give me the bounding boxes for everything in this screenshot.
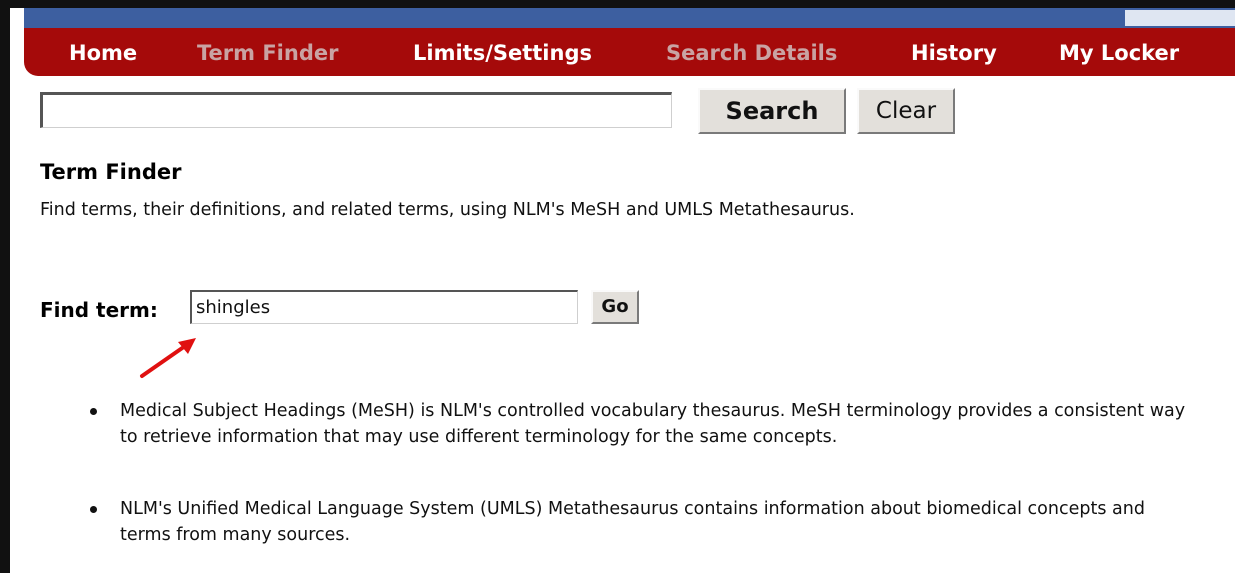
top-border (0, 0, 1235, 8)
search-button[interactable]: Search (698, 88, 846, 134)
nav-item-term-finder[interactable]: Term Finder (197, 41, 338, 65)
list-item-text: Medical Subject Headings (MeSH) is NLM's… (120, 401, 1186, 447)
bullet-icon (90, 506, 97, 513)
page-description: Find terms, their definitions, and relat… (40, 200, 855, 220)
nav-item-my-locker[interactable]: My Locker (1059, 41, 1179, 65)
page-title: Term Finder (40, 160, 182, 184)
list-item: NLM's Unified Medical Language System (U… (86, 496, 1196, 548)
find-term-label: Find term: (40, 298, 158, 322)
nav-item-search-details[interactable]: Search Details (666, 41, 837, 65)
nav-item-limits-settings[interactable]: Limits/Settings (413, 41, 592, 65)
page-frame: Home Term Finder Limits/Settings Search … (0, 0, 1235, 573)
find-term-input[interactable] (190, 290, 578, 324)
main-nav-bar: Home Term Finder Limits/Settings Search … (24, 28, 1235, 76)
go-button[interactable]: Go (591, 290, 639, 324)
header-strip (24, 8, 1235, 28)
bullet-icon (90, 408, 97, 415)
nav-item-home[interactable]: Home (69, 41, 137, 65)
list-item: Medical Subject Headings (MeSH) is NLM's… (86, 398, 1196, 450)
clear-button[interactable]: Clear (857, 88, 955, 134)
info-list: Medical Subject Headings (MeSH) is NLM's… (86, 398, 1196, 548)
header-strip-tail (1125, 10, 1235, 26)
annotation-arrow-icon (140, 338, 196, 378)
left-border (0, 0, 10, 573)
list-item-text: NLM's Unified Medical Language System (U… (120, 499, 1145, 545)
nav-item-history[interactable]: History (911, 41, 997, 65)
search-input[interactable] (40, 92, 672, 128)
